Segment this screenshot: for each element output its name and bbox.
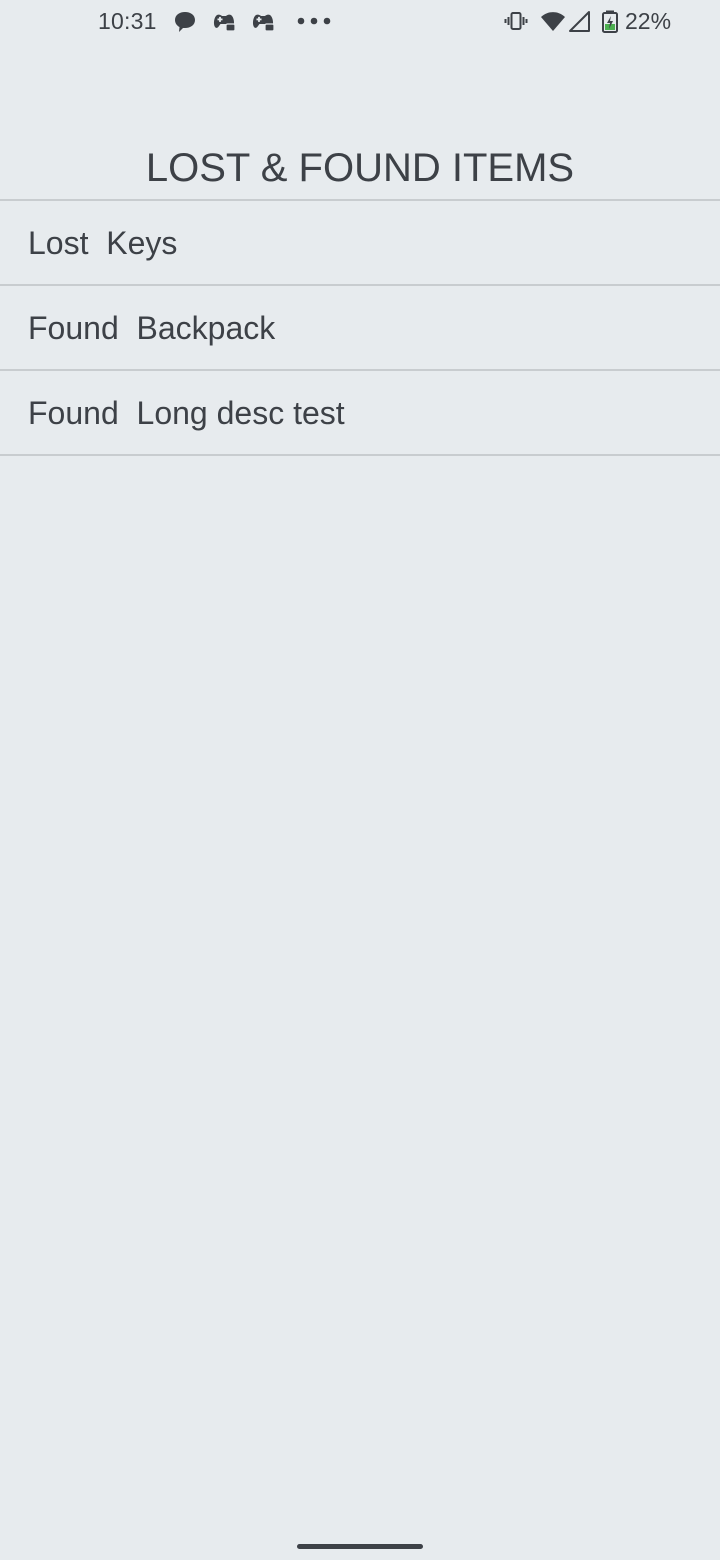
item-list: Lost Keys Found Backpack Found Long desc… (0, 199, 720, 456)
page-title: LOST & FOUND ITEMS (145, 146, 575, 190)
game-controller-icon (252, 14, 275, 32)
list-item-label: Found Long desc test (28, 395, 345, 431)
battery-charging-icon (602, 10, 618, 33)
list-item[interactable]: Found Backpack (0, 286, 720, 371)
battery-percent: 22% (625, 8, 672, 34)
cellular-signal-icon (569, 11, 590, 32)
wifi-icon (541, 12, 565, 31)
status-bar: 10:31 22% (0, 0, 720, 44)
list-item[interactable]: Found Long desc test (0, 371, 720, 456)
list-item-label: Lost Keys (28, 225, 178, 261)
more-dots-icon (297, 17, 331, 25)
status-time: 10:31 (98, 8, 157, 34)
game-controller-icon (213, 14, 236, 32)
list-item-label: Found Backpack (28, 310, 276, 346)
vibrate-icon (504, 12, 528, 30)
chat-bubble-icon (175, 12, 195, 32)
list-item[interactable]: Lost Keys (0, 201, 720, 286)
home-indicator[interactable] (297, 1544, 423, 1549)
